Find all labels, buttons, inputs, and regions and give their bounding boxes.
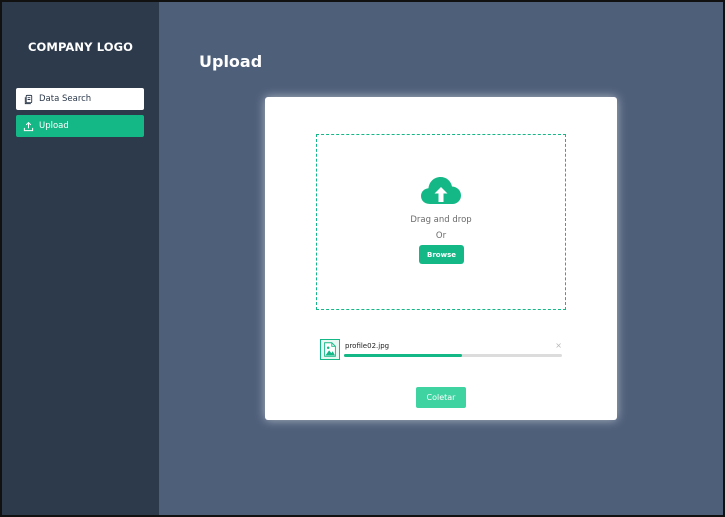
company-logo: COMPANY LOGO: [28, 40, 133, 54]
cloud-upload-icon: [421, 177, 461, 204]
sidebar-item-upload[interactable]: Upload: [16, 115, 144, 137]
file-name: profile02.jpg: [345, 342, 390, 350]
or-text: Or: [435, 231, 447, 241]
sidebar: COMPANY LOGO Data Search Upload: [2, 2, 159, 515]
app-window: COMPANY LOGO Data Search Upload Upload D…: [0, 0, 725, 517]
upload-progress-fill: [344, 354, 462, 357]
drag-and-drop-text: Drag and drop: [410, 215, 472, 225]
upload-card: Drag and drop Or Browse profile02.jpg × …: [265, 97, 617, 420]
sidebar-item-label: Data Search: [39, 94, 92, 104]
clipboard-copy-icon: [22, 93, 34, 105]
drop-zone[interactable]: Drag and drop Or Browse: [316, 134, 566, 310]
remove-file-icon[interactable]: ×: [555, 341, 562, 350]
page-title: Upload: [199, 52, 263, 71]
upload-icon: [22, 120, 34, 132]
uploaded-file-item: profile02.jpg ×: [320, 339, 562, 361]
collect-button[interactable]: Coletar: [416, 387, 466, 408]
upload-progress-bar: [344, 354, 562, 357]
image-file-icon: [320, 339, 340, 360]
browse-button[interactable]: Browse: [419, 245, 464, 264]
sidebar-item-label: Upload: [39, 121, 69, 131]
sidebar-item-data-search[interactable]: Data Search: [16, 88, 144, 110]
